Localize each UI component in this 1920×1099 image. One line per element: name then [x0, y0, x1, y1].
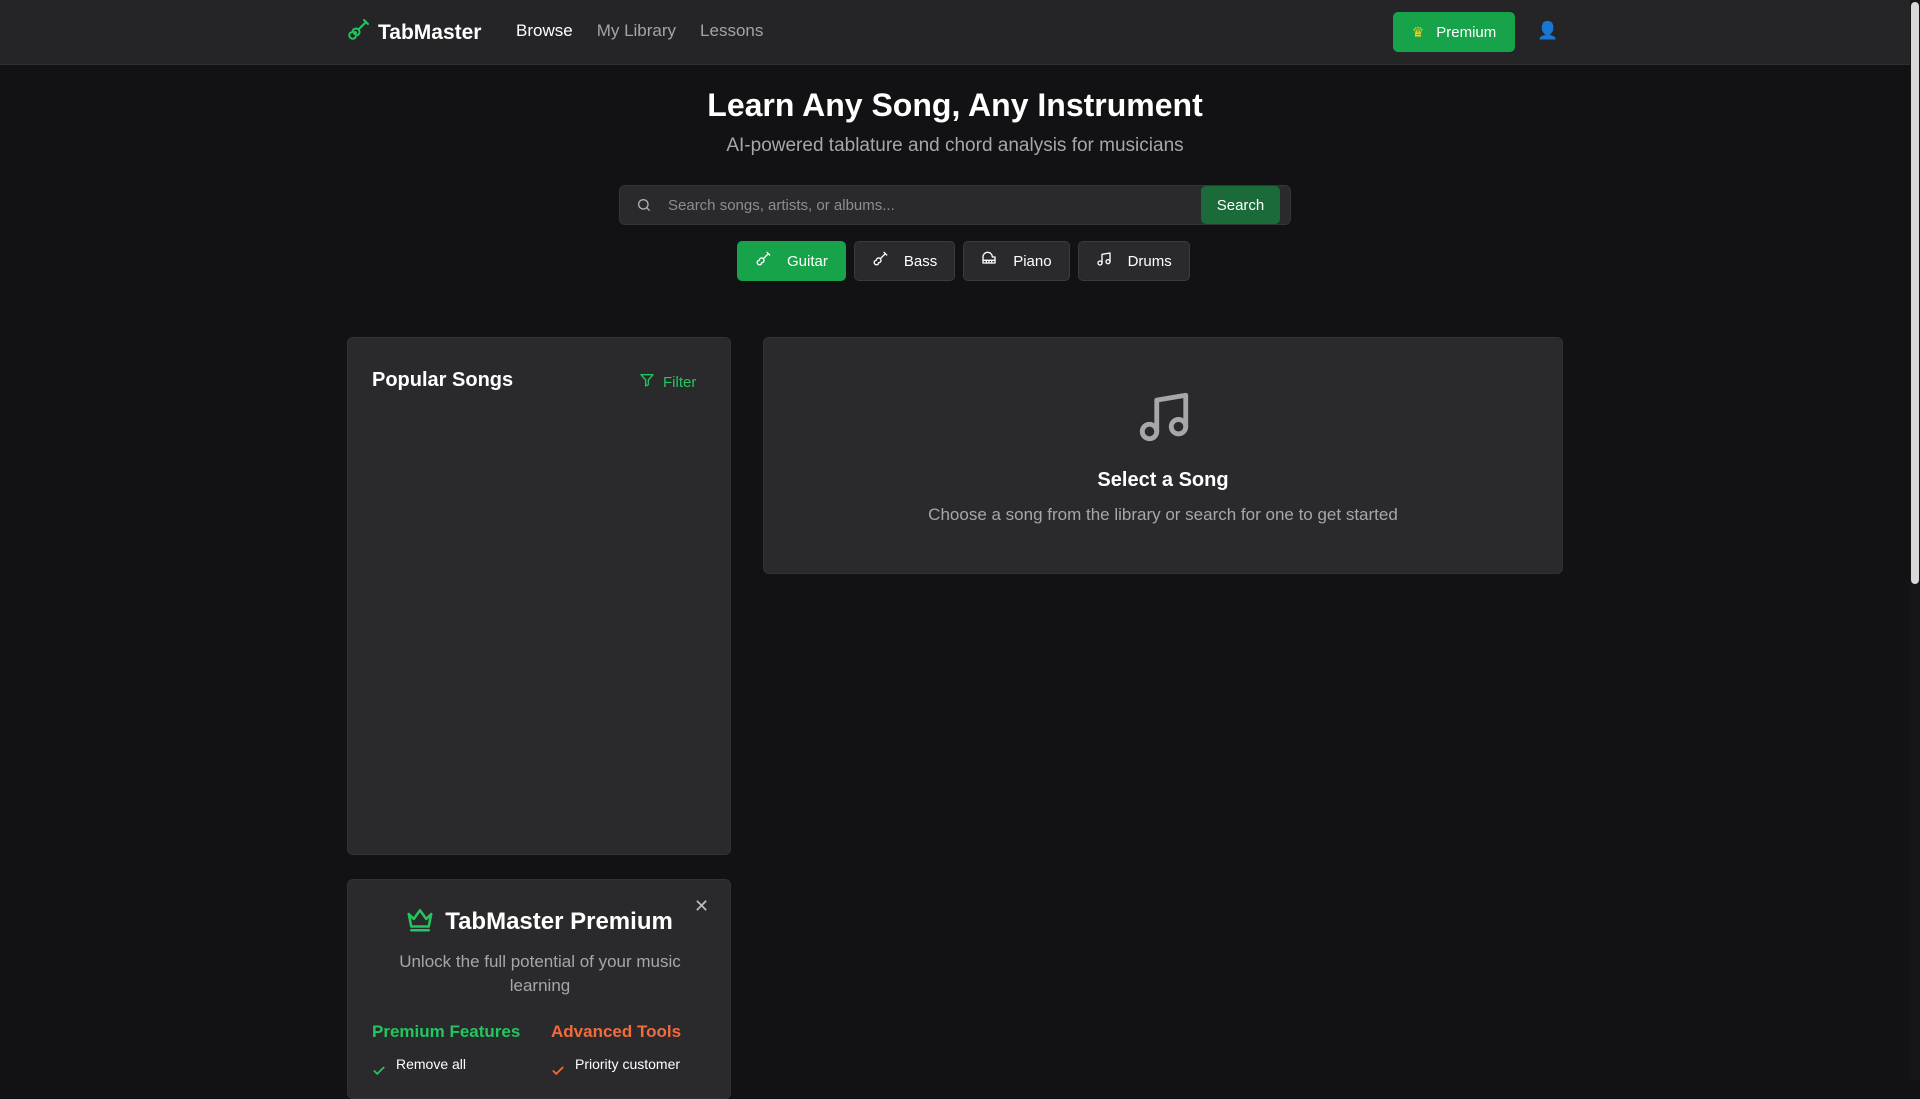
advanced-tools-title: Advanced Tools: [551, 1022, 682, 1041]
check-icon: [551, 1056, 567, 1081]
filter-icon: [639, 372, 655, 392]
search-icon: [636, 197, 652, 218]
select-song-title: Select a Song: [1097, 469, 1229, 491]
premium-card-subtitle: Unlock the full potential of your music …: [399, 952, 681, 995]
scrollbar-thumb[interactable]: [1911, 2, 1919, 584]
premium-features-title: Premium Features: [372, 1022, 521, 1041]
premium-button-label: Premium: [1436, 23, 1497, 41]
popular-songs-panel: Popular Songs Filter: [347, 337, 731, 855]
brand-logo[interactable]: TabMaster: [346, 18, 481, 47]
search-bar: Search: [619, 185, 1291, 225]
instrument-guitar-label: Guitar: [787, 252, 828, 270]
premium-features-column: Premium Features Remove all: [372, 1022, 532, 1081]
feature-item-label: Remove all: [396, 1056, 467, 1072]
instrument-piano-label: Piano: [1013, 252, 1052, 270]
hero-subtitle: AI-powered tablature and chord analysis …: [726, 135, 1184, 156]
crown-icon: ♛: [1411, 23, 1425, 40]
guitar-icon: [755, 251, 771, 271]
bass-icon: [872, 251, 888, 271]
hero-title: Learn Any Song, Any Instrument: [707, 87, 1203, 123]
instrument-drums-button[interactable]: Drums: [1077, 241, 1190, 281]
drums-icon: [1096, 251, 1112, 271]
instrument-drums-label: Drums: [1127, 252, 1172, 270]
music-note-icon: [1135, 388, 1193, 451]
instrument-bass-button[interactable]: Bass: [853, 241, 956, 281]
premium-button[interactable]: ♛ Premium: [1393, 12, 1515, 52]
premium-promo-card: ✕ TabMaster Premium Unlock the full pote…: [347, 879, 731, 1099]
feature-item: Remove all: [372, 1056, 532, 1081]
search-input[interactable]: [666, 186, 1196, 224]
tool-item: Priority customer: [551, 1056, 711, 1081]
song-viewer-panel: Select a Song Choose a song from the lib…: [763, 337, 1563, 574]
instrument-piano-button[interactable]: Piano: [963, 241, 1070, 281]
top-navigation-bar: TabMaster Browse My Library Lessons ♛ Pr…: [0, 0, 1910, 65]
filter-button[interactable]: Filter: [633, 371, 702, 393]
main-nav: Browse My Library Lessons: [516, 21, 763, 41]
instrument-guitar-button[interactable]: Guitar: [737, 241, 846, 281]
instrument-bass-label: Bass: [903, 252, 938, 270]
guitar-logo-icon: [346, 18, 370, 47]
premium-card-title: TabMaster Premium: [445, 907, 673, 935]
search-button[interactable]: Search: [1201, 186, 1280, 224]
brand-name: TabMaster: [378, 20, 482, 44]
crown-icon: [405, 904, 435, 939]
nav-my-library[interactable]: My Library: [597, 21, 676, 41]
premium-card-header: TabMaster Premium: [348, 904, 730, 939]
piano-icon: [981, 251, 997, 271]
filter-label: Filter: [663, 373, 697, 391]
popular-songs-title: Popular Songs: [372, 369, 514, 391]
nav-lessons[interactable]: Lessons: [700, 21, 763, 41]
check-icon: [372, 1056, 388, 1081]
advanced-tools-column: Advanced Tools Priority customer: [551, 1022, 711, 1081]
nav-browse[interactable]: Browse: [516, 21, 573, 41]
instrument-selector: Guitar Bass Piano Drums: [737, 241, 1190, 281]
select-song-subtitle: Choose a song from the library or search…: [928, 505, 1398, 524]
user-icon[interactable]: 👤: [1537, 21, 1558, 41]
tool-item-label: Priority customer: [575, 1056, 681, 1072]
